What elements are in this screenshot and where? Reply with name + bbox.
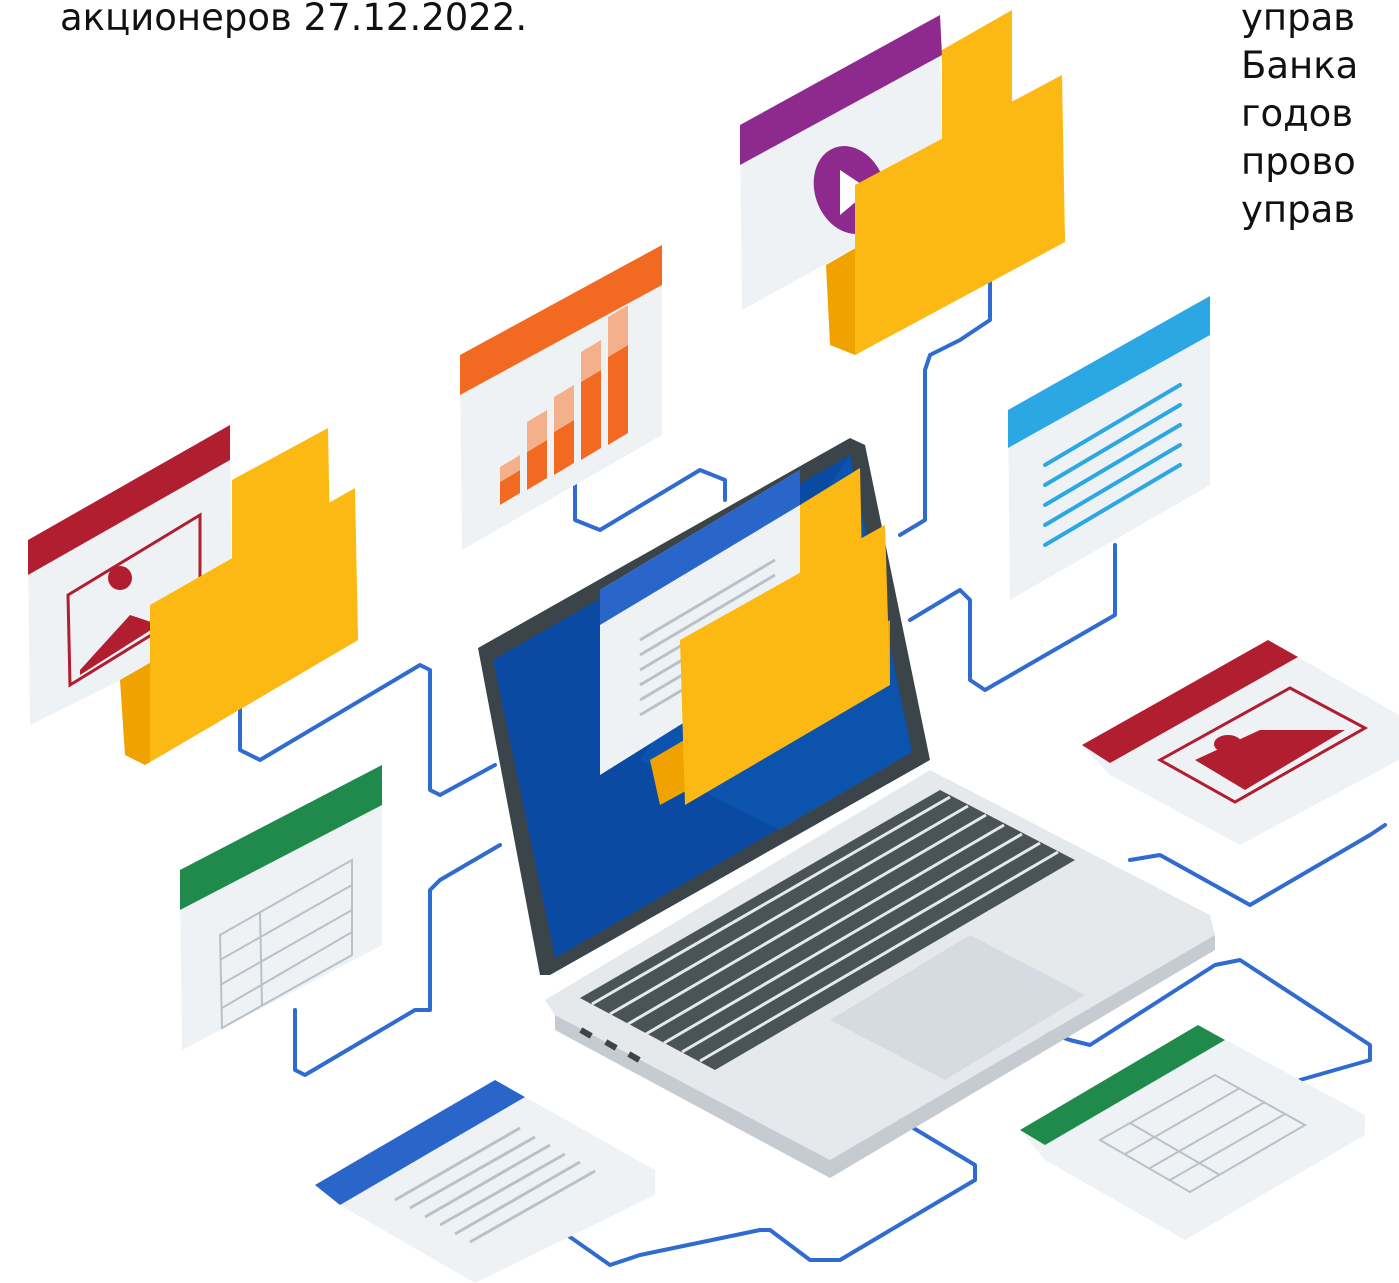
table-window-icon [180, 765, 382, 1050]
illustration [28, 10, 1399, 1283]
image-window-icon [1082, 640, 1399, 845]
bar-chart-window-icon [460, 245, 662, 550]
text-lines-window-icon [1008, 296, 1210, 600]
document-window-icon [315, 1080, 655, 1283]
table-window-icon [1020, 1025, 1365, 1240]
